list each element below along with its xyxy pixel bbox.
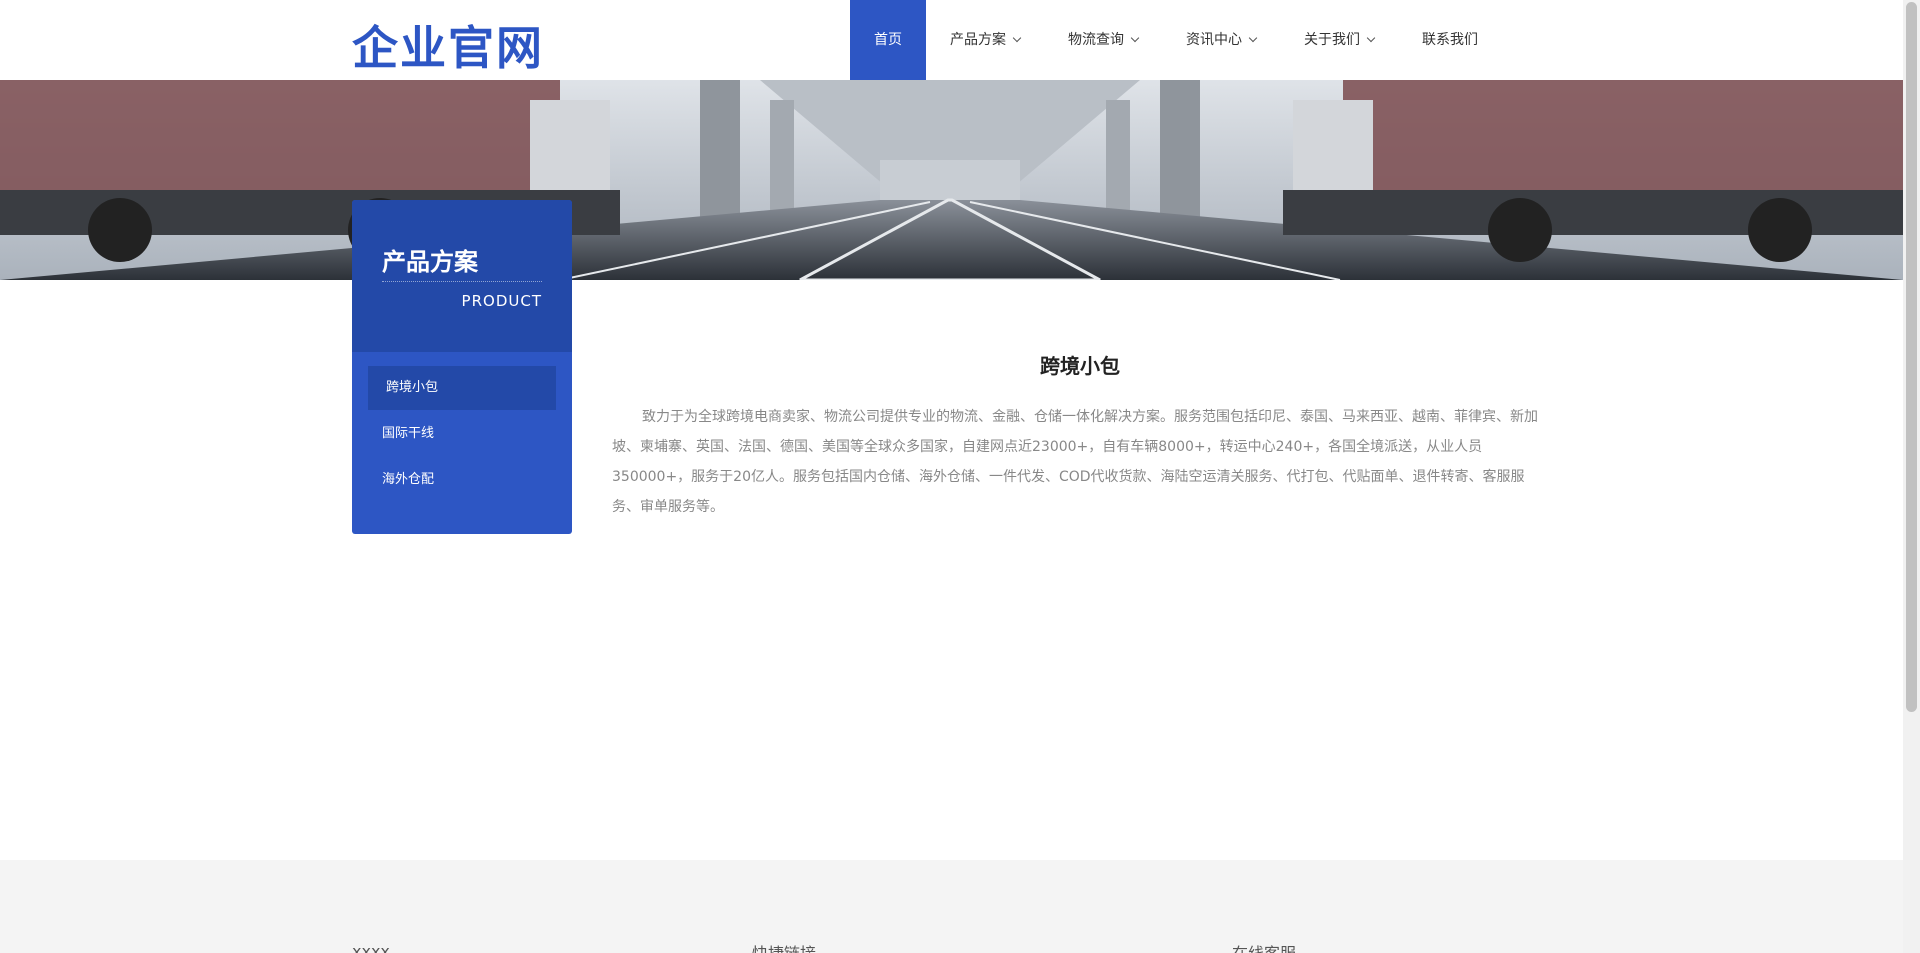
nav-contact[interactable]: 联系我们: [1398, 0, 1502, 80]
footer-col-quick-links: 快捷链接: [752, 940, 816, 953]
footer-col-company: xxxx: [352, 942, 390, 953]
sidebar-item-international-trunk[interactable]: 国际干线: [368, 412, 556, 456]
sidebar-item-overseas-warehouse[interactable]: 海外仓配: [368, 458, 556, 502]
nav-home[interactable]: 首页: [850, 0, 926, 80]
hero-banner: [0, 80, 1903, 280]
sidebar-header: 产品方案 PRODUCT: [352, 200, 572, 352]
sidebar-title: 产品方案: [382, 248, 478, 276]
nav-logistics-label: 物流查询: [1068, 32, 1124, 48]
site-logo[interactable]: 企业官网: [352, 12, 544, 78]
page: 企业官网 首页 产品方案 物流查询 资讯中心 关于我们 联系我们 产品方案 PR…: [0, 0, 1920, 953]
content-title: 跨境小包: [1040, 354, 1120, 378]
sidebar-list: 跨境小包 国际干线 海外仓配: [352, 352, 572, 502]
nav-about-label: 关于我们: [1304, 32, 1360, 48]
nav-products-label: 产品方案: [950, 32, 1006, 48]
product-sidebar: 产品方案 PRODUCT 跨境小包 国际干线 海外仓配: [352, 200, 572, 534]
nav-home-label: 首页: [874, 32, 902, 48]
nav-products[interactable]: 产品方案: [926, 0, 1044, 80]
chevron-down-icon: [1248, 33, 1258, 43]
page-scrollbar[interactable]: [1903, 0, 1920, 953]
nav-news-label: 资讯中心: [1186, 32, 1242, 48]
nav-logistics[interactable]: 物流查询: [1044, 0, 1162, 80]
sidebar-item-cross-border-parcel[interactable]: 跨境小包: [368, 366, 556, 410]
main-nav: 首页 产品方案 物流查询 资讯中心 关于我们 联系我们: [850, 0, 1502, 80]
footer-col-online-service: 在线客服: [1232, 940, 1296, 953]
chevron-down-icon: [1366, 33, 1376, 43]
content-body: 致力于为全球跨境电商卖家、物流公司提供专业的物流、金融、仓储一体化解决方案。服务…: [612, 409, 1538, 515]
chevron-down-icon: [1012, 33, 1022, 43]
chevron-down-icon: [1130, 33, 1140, 43]
sidebar-subtitle: PRODUCT: [461, 292, 542, 310]
nav-contact-label: 联系我们: [1422, 32, 1478, 48]
nav-news[interactable]: 资讯中心: [1162, 0, 1280, 80]
nav-about[interactable]: 关于我们: [1280, 0, 1398, 80]
scrollbar-thumb[interactable]: [1906, 2, 1917, 712]
site-header: 企业官网 首页 产品方案 物流查询 资讯中心 关于我们 联系我们: [0, 0, 1903, 80]
site-footer: xxxx 快捷链接 在线客服: [0, 860, 1903, 953]
sidebar-divider: [382, 281, 542, 282]
banner-image: [0, 80, 1903, 280]
